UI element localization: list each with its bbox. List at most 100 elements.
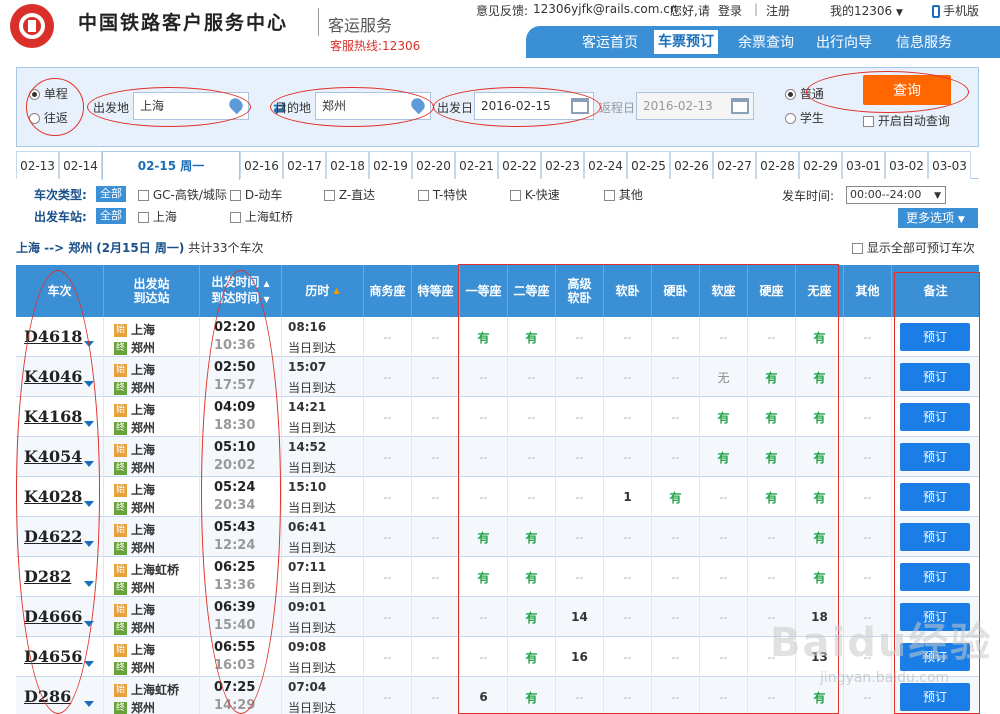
date-tab[interactable]: 02-14 [59, 151, 102, 179]
book-button[interactable]: 预订 [900, 443, 970, 471]
seat-availability: -- [700, 597, 748, 637]
type-gc-checkbox[interactable] [138, 190, 149, 201]
date-tab[interactable]: 02-25 [627, 151, 670, 179]
search-panel: 单程 往返 出发地 上海 ⇄ 目的地 郑州 出发日 2016-02-15 返程日… [16, 67, 979, 147]
seat-availability: -- [652, 357, 700, 397]
book-button[interactable]: 预订 [900, 523, 970, 551]
show-all-checkbox[interactable] [852, 243, 863, 254]
return-label: 返程日 [599, 101, 636, 115]
date-tab[interactable]: 02-27 [713, 151, 756, 179]
register-link[interactable]: 注册 [766, 2, 790, 19]
seat-availability: -- [652, 637, 700, 677]
date-tab[interactable]: 02-28 [756, 151, 799, 179]
my12306-menu[interactable]: 我的12306 ▼ [830, 2, 903, 19]
mobile-label: 手机版 [943, 4, 980, 18]
mobile-link[interactable]: 手机版 [932, 2, 979, 19]
type-d-checkbox[interactable] [230, 190, 241, 201]
type-t-checkbox[interactable] [418, 190, 429, 201]
type-gc-option[interactable]: GC-高铁/城际 [138, 186, 227, 203]
type-z-option[interactable]: Z-直达 [324, 186, 375, 203]
depart-time-select[interactable]: 00:00--24:00 ▼ [846, 186, 946, 204]
seat-availability: -- [604, 557, 652, 597]
col-first: 一等座 [460, 265, 508, 317]
student-radio[interactable] [785, 113, 796, 124]
date-tab[interactable]: 02-16 [240, 151, 283, 179]
more-options-button[interactable]: 更多选项 ▼ [898, 208, 978, 228]
type-k-checkbox[interactable] [510, 190, 521, 201]
type-t-option[interactable]: T-特快 [418, 186, 467, 203]
round-trip-radio[interactable] [29, 113, 40, 124]
station-all-button[interactable]: 全部 [96, 208, 126, 224]
student-option[interactable]: 学生 [785, 109, 824, 126]
seat-availability: -- [364, 357, 412, 397]
date-tab[interactable]: 02-29 [799, 151, 842, 179]
nav-booking[interactable]: 车票预订 [654, 30, 718, 54]
type-other-checkbox[interactable] [604, 190, 615, 201]
one-way-radio[interactable] [29, 89, 40, 100]
query-button[interactable]: 查询 [863, 75, 951, 105]
nav-home[interactable]: 客运首页 [578, 32, 642, 54]
nav-guide[interactable]: 出行向导 [812, 32, 876, 54]
book-button[interactable]: 预订 [900, 323, 970, 351]
date-tab[interactable]: 02-17 [283, 151, 326, 179]
seat-availability: -- [460, 357, 508, 397]
type-d-option[interactable]: D-动车 [230, 186, 282, 203]
station-hongqiao-checkbox[interactable] [230, 212, 241, 223]
feedback-email-link[interactable]: 12306yjfk@rails.com.cn [533, 2, 677, 16]
date-tab[interactable]: 02-22 [498, 151, 541, 179]
seat-availability: 有 [460, 317, 508, 357]
date-tab[interactable]: 02-23 [541, 151, 584, 179]
station-shanghai-option[interactable]: 上海 [138, 208, 177, 225]
col-train[interactable]: 车次 [16, 265, 104, 317]
normal-radio[interactable] [785, 89, 796, 100]
book-button[interactable]: 预订 [900, 563, 970, 591]
train-type-all-button[interactable]: 全部 [96, 186, 126, 202]
type-k-option[interactable]: K-快速 [510, 186, 560, 203]
type-other-option[interactable]: 其他 [604, 186, 643, 203]
date-tab[interactable]: 02-15 周一 [102, 151, 240, 180]
nav-info[interactable]: 信息服务 [892, 32, 956, 54]
date-tab[interactable]: 03-02 [885, 151, 928, 179]
type-gc-label: GC-高铁/城际 [152, 188, 227, 202]
date-tab[interactable]: 03-01 [842, 151, 885, 179]
login-link[interactable]: 登录 [718, 2, 742, 19]
book-button[interactable]: 预订 [900, 403, 970, 431]
book-button[interactable]: 预订 [900, 483, 970, 511]
seat-availability: 6 [460, 677, 508, 714]
type-z-checkbox[interactable] [324, 190, 335, 201]
date-tab[interactable]: 02-18 [326, 151, 369, 179]
seat-availability: -- [460, 637, 508, 677]
cell-divider [104, 397, 200, 437]
from-label: 出发地 [93, 101, 130, 115]
col-times[interactable]: 出发时间 ▲ 到达时间 ▼ [200, 265, 282, 317]
show-all-option[interactable]: 显示全部可预订车次 [852, 239, 975, 256]
col-hard-seat: 硬座 [748, 265, 796, 317]
auto-query-checkbox[interactable] [863, 116, 874, 127]
date-tab[interactable]: 02-21 [455, 151, 498, 179]
book-button[interactable]: 预订 [900, 363, 970, 391]
normal-label: 普通 [799, 87, 824, 101]
calendar-icon[interactable] [571, 98, 589, 114]
station-shanghai-checkbox[interactable] [138, 212, 149, 223]
date-tab[interactable]: 02-20 [412, 151, 455, 179]
route-date: (2月15日 周一) [96, 241, 185, 255]
filter-panel: 车次类型: 全部 GC-高铁/城际 D-动车 Z-直达 T-特快 K-快速 其他… [16, 180, 979, 228]
round-trip-option[interactable]: 往返 [29, 109, 68, 126]
date-tab[interactable]: 03-03 [928, 151, 971, 179]
railway-logo-icon[interactable] [10, 4, 54, 48]
date-tab[interactable]: 02-24 [584, 151, 627, 179]
date-tab[interactable]: 02-19 [369, 151, 412, 179]
calendar-icon[interactable] [731, 98, 749, 114]
col-duration[interactable]: 历时 ▲ [282, 265, 364, 317]
seat-availability: -- [844, 357, 892, 397]
topbar-divider: | [754, 2, 759, 16]
date-tab[interactable]: 02-26 [670, 151, 713, 179]
date-tab[interactable]: 02-13 [16, 151, 59, 179]
nav-remaining[interactable]: 余票查询 [734, 32, 798, 54]
book-button[interactable]: 预订 [900, 683, 970, 711]
auto-query-option[interactable]: 开启自动查询 [863, 112, 950, 129]
seat-availability: -- [844, 557, 892, 597]
station-hongqiao-option[interactable]: 上海虹桥 [230, 208, 293, 225]
one-way-option[interactable]: 单程 [29, 85, 68, 102]
normal-option[interactable]: 普通 [785, 85, 824, 102]
